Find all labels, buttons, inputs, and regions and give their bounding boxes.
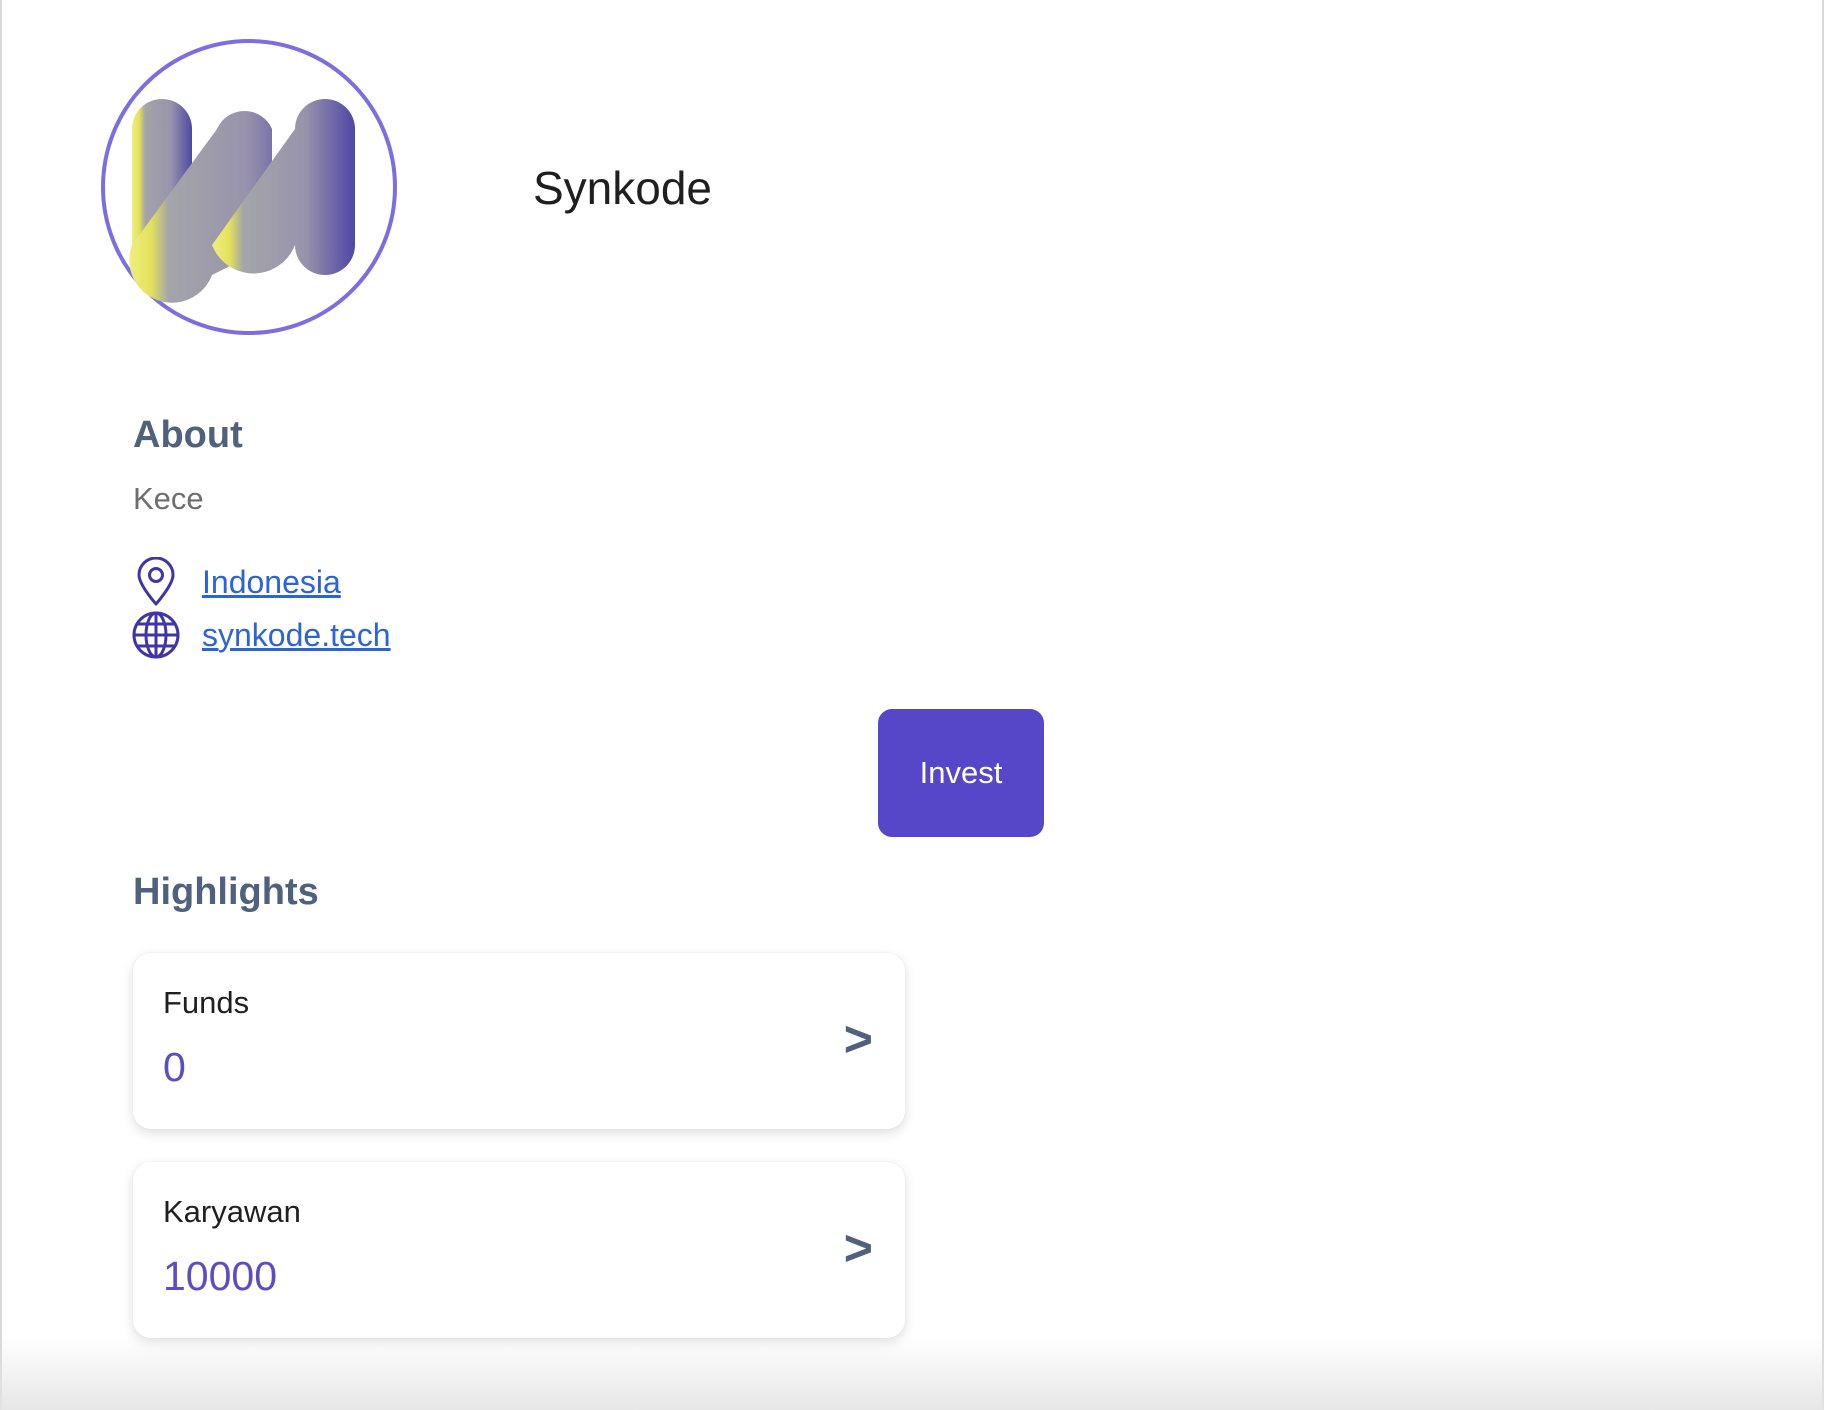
bottom-scroll-fade <box>0 1336 1824 1410</box>
highlight-value: 10000 <box>163 1253 278 1299</box>
website-link[interactable]: synkode.tech <box>202 617 391 654</box>
company-profile-page: Synkode About Kece Indonesia synkode.tec… <box>0 0 1824 1410</box>
location-link[interactable]: Indonesia <box>202 564 341 601</box>
website-row: synkode.tech <box>130 609 391 661</box>
chevron-right-icon[interactable]: > <box>844 1009 873 1069</box>
chevron-right-icon[interactable]: > <box>844 1218 873 1278</box>
location-row: Indonesia <box>130 556 341 608</box>
highlight-value: 0 <box>163 1044 186 1090</box>
company-name: Synkode <box>533 162 713 214</box>
map-pin-icon <box>130 556 182 608</box>
synkode-m-logo-icon <box>129 99 355 303</box>
globe-icon <box>130 609 182 661</box>
highlight-label: Funds <box>163 985 250 1020</box>
highlights-heading: Highlights <box>133 871 319 913</box>
company-logo <box>101 39 397 335</box>
invest-button[interactable]: Invest <box>878 709 1044 837</box>
about-heading: About <box>133 414 243 456</box>
highlight-label: Karyawan <box>163 1194 301 1229</box>
window-border-left <box>0 0 2 1410</box>
highlight-card-funds[interactable]: Funds 0 > <box>133 953 905 1129</box>
about-description: Kece <box>133 481 204 516</box>
highlight-card-karyawan[interactable]: Karyawan 10000 > <box>133 1162 905 1338</box>
